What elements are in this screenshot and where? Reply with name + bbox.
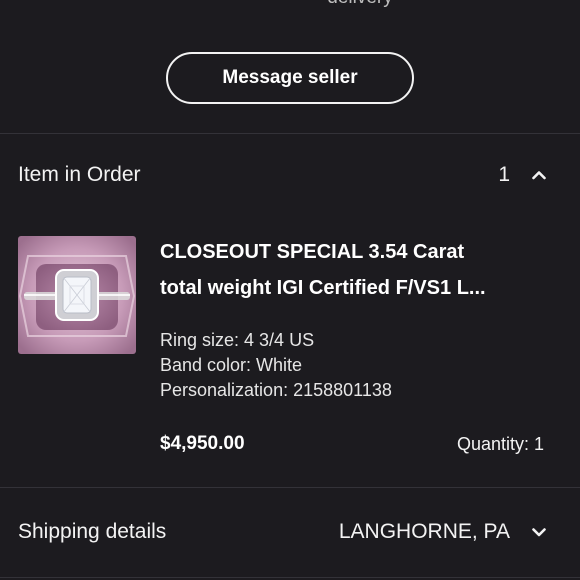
item-title[interactable]: CLOSEOUT SPECIAL 3.54 Carat total weight… bbox=[160, 234, 555, 306]
product-thumbnail[interactable] bbox=[18, 236, 136, 354]
shipping-details-title: Shipping details bbox=[18, 520, 167, 543]
divider bbox=[0, 577, 580, 578]
item-title-line-2: total weight IGI Certified F/VS1 L... bbox=[160, 277, 486, 299]
item-price: $4,950.00 bbox=[160, 433, 245, 454]
item-title-line-1: CLOSEOUT SPECIAL 3.54 Carat bbox=[160, 241, 465, 263]
order-details-screen: delivery Message seller Item in Order 1 bbox=[0, 0, 580, 580]
item-quantity: Quantity: 1 bbox=[456, 434, 544, 454]
divider bbox=[0, 133, 580, 134]
shipping-location: LANGHORNE, PA bbox=[338, 520, 510, 543]
chevron-down-icon[interactable] bbox=[532, 525, 546, 539]
shipping-details-header[interactable]: Shipping details LANGHORNE, PA bbox=[0, 512, 580, 552]
divider bbox=[0, 487, 580, 488]
message-seller-button[interactable]: Message seller bbox=[166, 52, 414, 104]
item-in-order-header[interactable]: Item in Order 1 bbox=[0, 155, 580, 195]
band-color-text: Band color: White bbox=[160, 355, 303, 375]
ring-photo-icon bbox=[18, 236, 136, 354]
ring-size-text: Ring size: 4 3/4 US bbox=[160, 330, 315, 350]
delivery-label-partial: delivery bbox=[0, 0, 580, 9]
chevron-up-icon[interactable] bbox=[532, 168, 546, 182]
item-in-order-title: Item in Order bbox=[18, 163, 141, 186]
item-count: 1 bbox=[498, 163, 510, 186]
personalization-text: Personalization: 2158801138 bbox=[160, 380, 392, 400]
